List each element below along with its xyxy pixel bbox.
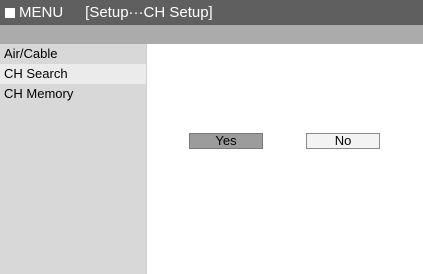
sidebar-item-ch-search[interactable]: CH Search <box>0 64 146 84</box>
yes-button[interactable]: Yes <box>189 133 263 149</box>
breadcrumb: [Setup···CH Setup] <box>85 4 213 21</box>
sidebar-item-ch-memory[interactable]: CH Memory <box>0 84 146 104</box>
square-icon <box>5 7 15 18</box>
menu-title: MENU <box>19 4 64 21</box>
sidebar: Air/Cable CH Search CH Memory <box>0 44 147 274</box>
menu-screen: MENU [Setup···CH Setup] Air/Cable CH Sea… <box>0 0 423 274</box>
sub-header-bar <box>0 25 423 44</box>
sidebar-item-air-cable[interactable]: Air/Cable <box>0 44 146 64</box>
menu-header: MENU [Setup···CH Setup] <box>0 0 423 25</box>
content-panel: Yes No <box>147 44 423 274</box>
no-button[interactable]: No <box>306 133 380 149</box>
